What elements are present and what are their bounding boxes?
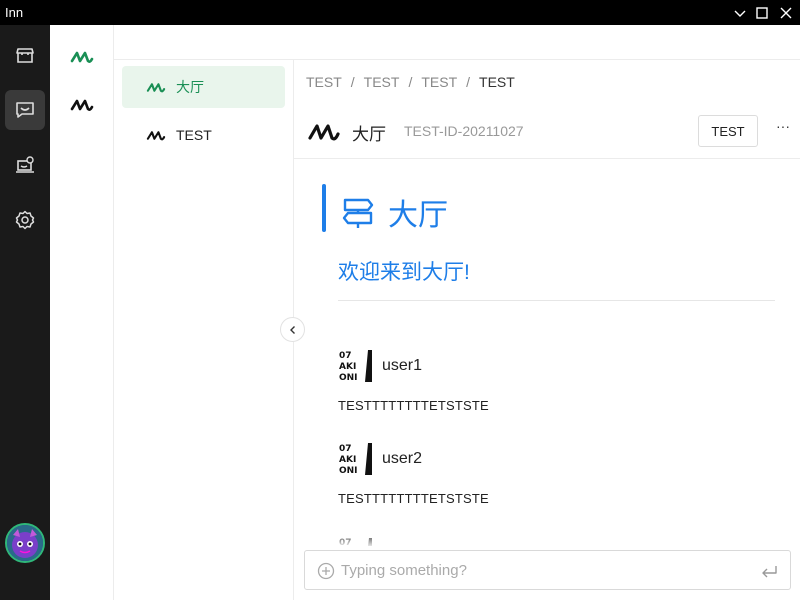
logo-text-line: ONI	[339, 466, 358, 476]
message-text: TESTTTTTTTTETSTSTE	[338, 491, 489, 506]
chat-panel: TEST / TEST / TEST / TEST 大厅 TEST-ID-202…	[294, 60, 800, 600]
breadcrumb-separator: /	[350, 74, 355, 90]
app-rail	[0, 25, 50, 600]
welcome-title: 大厅	[388, 199, 448, 232]
rail-settings-button[interactable]	[5, 200, 45, 240]
user-avatar[interactable]	[5, 523, 45, 563]
channel-header: 大厅 TEST-ID-20211027 TEST ···	[294, 106, 800, 159]
gear-icon	[15, 210, 35, 230]
close-button[interactable]	[774, 0, 798, 25]
channel-label: TEST	[176, 127, 212, 143]
squiggle-logo-icon	[70, 99, 94, 111]
maximize-button[interactable]	[750, 0, 774, 25]
rail-chat-button[interactable]	[5, 90, 45, 130]
channel-item-test[interactable]: TEST	[122, 114, 285, 156]
squiggle-logo-icon	[308, 124, 340, 141]
avatar-icon	[7, 525, 43, 561]
more-options-button[interactable]: ···	[772, 118, 794, 140]
window-title: Inn	[5, 5, 24, 20]
message-item: 07 AKI ONI user1 TESTTTTTTTTETSTSTE	[338, 348, 778, 413]
message-composer	[304, 550, 791, 590]
rail-store-button[interactable]	[5, 35, 45, 75]
squiggle-logo-icon	[146, 128, 168, 142]
chat-icon	[16, 102, 34, 118]
squiggle-logo-icon	[70, 51, 94, 63]
laptop-badge-icon	[16, 156, 34, 173]
logo-text-line: ONI	[339, 373, 358, 383]
guild-item-green[interactable]	[66, 41, 98, 73]
signpost-icon	[342, 198, 374, 228]
channel-item-lobby[interactable]: 大厅	[122, 66, 285, 108]
add-attachment-icon[interactable]	[317, 562, 335, 580]
title-bar: Inn	[0, 0, 800, 25]
collapse-sidebar-button[interactable]	[280, 317, 305, 342]
breadcrumb-item[interactable]: TEST	[306, 74, 342, 90]
user-avatar-logo[interactable]: 07 AKI ONI	[338, 348, 374, 384]
channel-label: 大厅	[176, 79, 204, 95]
store-icon	[16, 48, 34, 63]
minimize-button[interactable]	[728, 0, 752, 25]
breadcrumb-item[interactable]: TEST	[421, 74, 457, 90]
welcome-subtitle: 欢迎来到大厅!	[338, 261, 470, 284]
message-username[interactable]: user2	[382, 450, 422, 468]
scroll-fade	[294, 530, 800, 548]
minimize-icon	[734, 10, 746, 17]
message-text: TESTTTTTTTTETSTSTE	[338, 398, 489, 413]
user-avatar-logo[interactable]: 07 AKI ONI	[338, 441, 374, 477]
channel-title: 大厅	[352, 125, 386, 144]
channel-id: TEST-ID-20211027	[404, 123, 524, 139]
divider	[338, 300, 775, 301]
guild-list	[50, 25, 114, 600]
breadcrumb-separator: /	[466, 74, 471, 90]
breadcrumb-separator: /	[408, 74, 413, 90]
logo-text-line: 07	[339, 444, 352, 454]
welcome-accent-bar	[322, 184, 326, 232]
breadcrumb-item[interactable]: TEST	[364, 74, 400, 90]
welcome-heading: 大厅	[340, 190, 448, 234]
breadcrumb: TEST / TEST / TEST / TEST	[306, 74, 515, 90]
guild-item-black[interactable]	[66, 89, 98, 121]
breadcrumb-current: TEST	[479, 74, 515, 90]
chevron-left-icon	[289, 325, 295, 334]
header-action-button[interactable]: TEST	[698, 115, 758, 147]
close-icon	[780, 7, 792, 18]
top-strip	[114, 25, 800, 60]
maximize-icon	[756, 6, 768, 19]
channel-list: 大厅 TEST	[114, 60, 294, 600]
rail-devices-button[interactable]	[5, 145, 45, 185]
message-input[interactable]	[341, 557, 751, 583]
message-item: 07 AKI ONI user2 TESTTTTTTTTETSTSTE	[338, 441, 778, 506]
message-username[interactable]: user1	[382, 357, 422, 375]
logo-text-line: AKI	[339, 455, 356, 465]
logo-text-line: 07	[339, 351, 352, 361]
enter-send-icon[interactable]	[759, 561, 779, 581]
logo-text-line: AKI	[339, 362, 356, 372]
squiggle-logo-icon	[146, 80, 168, 94]
